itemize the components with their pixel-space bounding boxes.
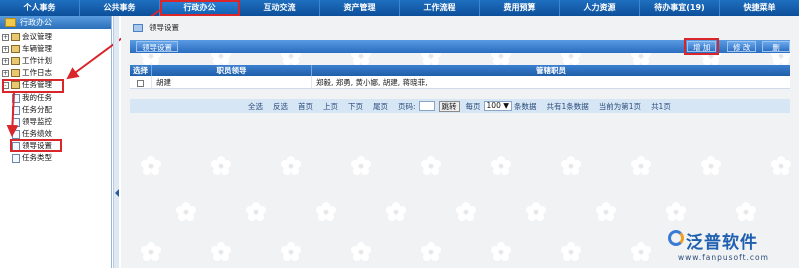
page-icon: [12, 93, 20, 103]
column-header-leader: 职员领导: [152, 65, 312, 76]
highlight-box: [10, 139, 62, 152]
per-page-select[interactable]: 100 ▼: [483, 101, 512, 111]
first-page-link[interactable]: 首页: [298, 101, 313, 112]
tree-item-task-type[interactable]: 任务类型: [12, 152, 52, 164]
nav-item-todo[interactable]: 待办事宜(19): [640, 0, 720, 16]
page-icon: [12, 117, 20, 127]
next-page-link[interactable]: 下页: [348, 101, 363, 112]
current-page: 当前为第1页: [598, 101, 642, 111]
window-icon: [133, 24, 143, 32]
tree-item-vehicle[interactable]: + 车辆管理: [2, 43, 52, 55]
sidebar-title: 行政办公: [20, 18, 52, 27]
page-icon: [12, 153, 20, 163]
tree-item-work-log[interactable]: + 工作日志: [2, 67, 52, 79]
folder-icon: [11, 33, 20, 41]
leader-cell: 胡建: [152, 76, 312, 88]
folder-icon: [11, 57, 20, 65]
select-all-link[interactable]: 全选: [248, 101, 263, 112]
leader-grid: 选择 职员领导 管辖职员 胡建 郑毅, 郑勇, 黄小娜, 胡建, 蒋晓菲,: [130, 65, 790, 89]
last-page-link[interactable]: 尾页: [373, 101, 388, 112]
brand-logo-icon: [668, 230, 684, 246]
breadcrumb: 领导设置: [121, 21, 179, 35]
page-icon: [12, 129, 20, 139]
per-page-suffix: 条数据: [514, 101, 537, 111]
invert-selection-link[interactable]: 反选: [273, 101, 288, 112]
pager: 全选 反选 首页 上页 下页 尾页 页码: 跳转 每页 100 ▼ 条数据 共有…: [130, 99, 790, 113]
breadcrumb-text: 领导设置: [149, 23, 179, 32]
expand-icon[interactable]: +: [2, 69, 9, 77]
tree-label: 领导监控: [22, 117, 52, 126]
nav-item-interaction[interactable]: 互动交流: [240, 0, 320, 16]
table-row[interactable]: 胡建 郑毅, 郑勇, 黄小娜, 胡建, 蒋晓菲,: [130, 76, 790, 89]
toolbar-title-button[interactable]: 领导设置: [136, 41, 178, 52]
sidebar-header: 行政办公: [0, 16, 111, 29]
highlight-box: [2, 79, 64, 93]
nav-item-assets[interactable]: 资产管理: [320, 0, 400, 16]
nav-item-admin-office[interactable]: 行政办公: [160, 0, 240, 16]
page-icon: [12, 105, 20, 115]
expand-icon[interactable]: +: [2, 33, 9, 41]
tree-label: 任务类型: [22, 153, 52, 162]
column-header-staff: 管辖职员: [536, 66, 566, 75]
edit-button[interactable]: 修 改: [727, 41, 757, 52]
jump-button[interactable]: 跳转: [438, 100, 460, 112]
staff-cell: 郑毅, 郑勇, 黄小娜, 胡建, 蒋晓菲,: [316, 78, 428, 87]
nav-item-budget[interactable]: 费用预算: [480, 0, 560, 16]
tree-label: 会议管理: [22, 32, 52, 41]
tree-item-meeting[interactable]: + 会议管理: [2, 31, 52, 43]
top-nav: 个人事务 公共事务 行政办公 互动交流 资产管理 工作流程 费用预算 人力资源 …: [0, 0, 799, 16]
page-code-input[interactable]: [418, 101, 435, 111]
tree-item-leader-monitor[interactable]: 领导监控: [12, 116, 52, 128]
nav-item-personal[interactable]: 个人事务: [0, 0, 80, 16]
nav-item-hr[interactable]: 人力资源: [560, 0, 640, 16]
brand-watermark: 泛普软件 www.fanpusoft.com: [668, 228, 798, 268]
folder-icon: [11, 69, 20, 77]
prev-page-link[interactable]: 上页: [323, 101, 338, 112]
grid-header: 选择 职员领导 管辖职员: [130, 65, 790, 76]
row-checkbox[interactable]: [137, 79, 144, 87]
row-select-cell: [130, 76, 152, 88]
tree-label: 任务分配: [22, 105, 52, 114]
delete-button[interactable]: 删 除: [762, 41, 790, 63]
nav-item-shortcut[interactable]: 快捷菜单: [720, 0, 799, 16]
collapse-arrow-icon[interactable]: [115, 189, 119, 197]
tree-label: 工作计划: [22, 56, 52, 65]
per-page-label: 每页: [465, 101, 481, 111]
folder-icon: [5, 18, 16, 27]
nav-item-public[interactable]: 公共事务: [80, 0, 160, 16]
tree-item-my-tasks[interactable]: 我的任务: [12, 92, 52, 104]
tree-label: 我的任务: [22, 93, 52, 102]
total-count: 共有1条数据: [546, 101, 589, 111]
tree-item-task-assign[interactable]: 任务分配: [12, 104, 52, 116]
column-header-select: 选择: [130, 65, 152, 76]
brand-url: www.fanpusoft.com: [678, 253, 769, 262]
page-code-label: 页码:: [398, 101, 416, 111]
car-icon: [11, 45, 20, 53]
brand-title: 泛普软件: [686, 233, 758, 253]
expand-icon[interactable]: +: [2, 45, 9, 53]
expand-icon[interactable]: +: [2, 57, 9, 65]
add-button[interactable]: 增 加: [683, 38, 720, 55]
tree-item-work-plan[interactable]: + 工作计划: [2, 55, 52, 67]
total-pages: 共1页: [651, 101, 671, 111]
tree-label: 工作日志: [22, 68, 52, 77]
toolbar: 领导设置 增 加 修 改 删 除: [130, 38, 790, 63]
tree-label: 车辆管理: [22, 44, 52, 53]
sidebar: 行政办公 + 会议管理 + 车辆管理 + 工作计划 + 工作日志 - 任务管理: [0, 16, 112, 268]
sidebar-splitter[interactable]: [113, 16, 119, 268]
nav-item-workflow[interactable]: 工作流程: [400, 0, 480, 16]
